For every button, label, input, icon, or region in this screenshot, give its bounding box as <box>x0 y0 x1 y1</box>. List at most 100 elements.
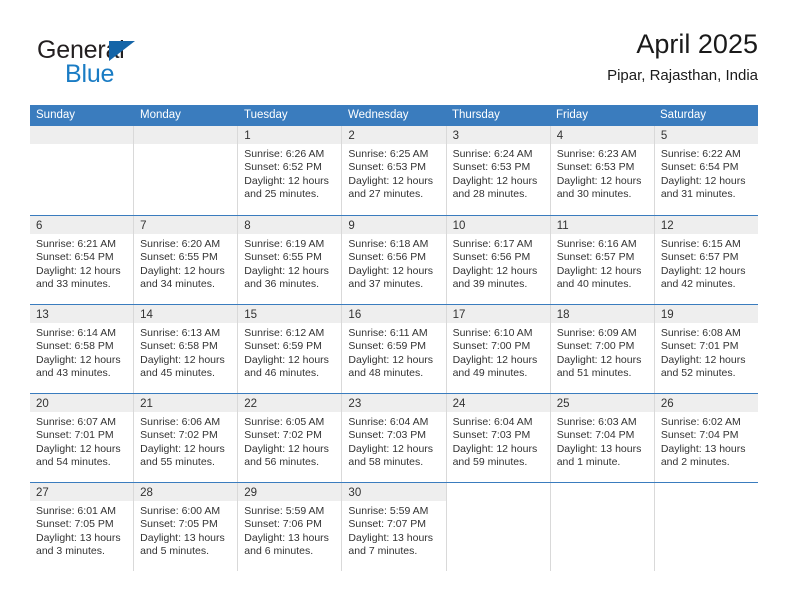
sunset-text: Sunset: 6:57 PM <box>660 251 739 264</box>
day-number-band: 5 <box>654 126 758 144</box>
day-number-band <box>134 126 238 144</box>
calendar-day-cell[interactable]: 10 Sunrise: 6:17 AM Sunset: 6:56 PM Dayligh… <box>445 216 550 304</box>
day-number: 1 <box>244 130 251 142</box>
calendar-day-cell[interactable]: 23 Sunrise: 6:04 AM Sunset: 7:03 PM Dayligh… <box>341 394 446 482</box>
sunrise-text: Sunrise: 6:11 AM <box>348 327 428 339</box>
day-number-band <box>446 483 550 501</box>
calendar-day-cell[interactable]: 26 Sunrise: 6:02 AM Sunset: 7:04 PM Dayligh… <box>653 394 758 482</box>
day-details: Sunrise: 6:20 AM Sunset: 6:55 PM Daylight:… <box>134 234 237 292</box>
day-number: 21 <box>140 398 153 410</box>
daylight-text-line2: and 51 minutes. <box>556 367 632 380</box>
day-number-band: 22 <box>238 394 342 412</box>
calendar-day-cell[interactable]: 27 Sunrise: 6:01 AM Sunset: 7:05 PM Dayligh… <box>30 483 134 571</box>
sunset-text: Sunset: 6:53 PM <box>348 161 427 174</box>
day-number: 29 <box>244 487 258 499</box>
weekday-header-friday: Friday <box>556 109 588 121</box>
sunrise-text: Sunrise: 6:08 AM <box>660 327 741 339</box>
daylight-text-line1: Daylight: 13 hours <box>348 531 434 544</box>
calendar-day-cell[interactable]: 15 Sunrise: 6:12 AM Sunset: 6:59 PM Dayligh… <box>237 305 342 393</box>
daylight-text-line2: and 46 minutes. <box>244 367 319 380</box>
calendar-day-cell[interactable]: 30 Sunrise: 5:59 AM Sunset: 7:07 PM Dayligh… <box>341 483 446 571</box>
calendar-day-cell[interactable]: 24 Sunrise: 6:04 AM Sunset: 7:03 PM Dayligh… <box>445 394 550 482</box>
daylight-text-line2: and 25 minutes. <box>244 188 319 201</box>
weekday-header-saturday: Saturday <box>660 109 707 121</box>
daylight-text-line2: and 48 minutes. <box>348 367 424 380</box>
sunrise-text: Sunrise: 6:20 AM <box>140 238 221 250</box>
sunrise-text: Sunrise: 6:23 AM <box>556 148 637 160</box>
day-number-band: 9 <box>342 216 446 234</box>
daylight-text-line1: Daylight: 12 hours <box>660 264 746 277</box>
day-number-band <box>30 126 134 144</box>
daylight-text-line1: Daylight: 12 hours <box>556 264 642 277</box>
sunset-text: Sunset: 7:02 PM <box>244 429 322 442</box>
calendar-day-cell[interactable]: 17 Sunrise: 6:10 AM Sunset: 7:00 PM Dayligh… <box>445 305 550 393</box>
day-details: Sunrise: 6:03 AM Sunset: 7:04 PM Daylight:… <box>551 412 654 470</box>
calendar-day-cell[interactable]: 14 Sunrise: 6:13 AM Sunset: 6:58 PM Dayligh… <box>133 305 238 393</box>
generalblue-logo[interactable]: General Blue <box>34 36 294 92</box>
day-number: 23 <box>348 398 362 410</box>
day-number: 13 <box>36 309 49 321</box>
daylight-text-line2: and 58 minutes. <box>348 456 424 469</box>
calendar-day-cell[interactable]: 6 Sunrise: 6:21 AM Sunset: 6:54 PM Daylight… <box>30 216 134 304</box>
sunset-text: Sunset: 7:03 PM <box>452 429 531 442</box>
day-number-band: 8 <box>238 216 342 234</box>
daylight-text-line1: Daylight: 13 hours <box>660 442 746 455</box>
day-details: Sunrise: 5:59 AM Sunset: 7:07 PM Daylight:… <box>342 501 445 559</box>
calendar-day-cell[interactable]: 5 Sunrise: 6:22 AM Sunset: 6:54 PM Daylight… <box>653 126 758 215</box>
sunrise-text: Sunrise: 6:18 AM <box>348 238 429 250</box>
day-details: Sunrise: 6:15 AM Sunset: 6:57 PM Daylight:… <box>655 234 758 292</box>
daylight-text-line1: Daylight: 12 hours <box>140 442 225 455</box>
day-details: Sunrise: 6:01 AM Sunset: 7:05 PM Daylight:… <box>30 501 133 559</box>
calendar-day-cell[interactable]: 1 Sunrise: 6:26 AM Sunset: 6:52 PM Daylight… <box>237 126 342 215</box>
daylight-text-line2: and 52 minutes. <box>660 367 736 380</box>
calendar-day-cell[interactable]: 13 Sunrise: 6:14 AM Sunset: 6:58 PM Dayligh… <box>30 305 134 393</box>
day-details: Sunrise: 5:59 AM Sunset: 7:06 PM Daylight:… <box>238 501 341 559</box>
calendar-day-cell[interactable]: 7 Sunrise: 6:20 AM Sunset: 6:55 PM Daylight… <box>133 216 238 304</box>
calendar-day-cell[interactable]: 20 Sunrise: 6:07 AM Sunset: 7:01 PM Dayligh… <box>30 394 134 482</box>
page-header: General Blue April 2025 Pipar, Rajasthan… <box>34 28 758 96</box>
calendar-day-cell[interactable]: 19 Sunrise: 6:08 AM Sunset: 7:01 PM Dayligh… <box>653 305 758 393</box>
daylight-text-line1: Daylight: 12 hours <box>140 353 225 366</box>
daylight-text-line1: Daylight: 12 hours <box>348 174 434 187</box>
day-details: Sunrise: 6:02 AM Sunset: 7:04 PM Daylight:… <box>655 412 758 470</box>
day-number: 24 <box>452 398 466 410</box>
day-number-band: 3 <box>446 126 550 144</box>
day-details: Sunrise: 6:11 AM Sunset: 6:59 PM Daylight:… <box>342 323 445 381</box>
day-number-band: 17 <box>446 305 550 323</box>
calendar-day-cell[interactable]: 16 Sunrise: 6:11 AM Sunset: 6:59 PM Dayligh… <box>341 305 446 393</box>
calendar-week-row: 20 Sunrise: 6:07 AM Sunset: 7:01 PM Dayligh… <box>30 393 758 482</box>
daylight-text-line1: Daylight: 12 hours <box>244 442 329 455</box>
calendar-day-cell-empty <box>445 483 550 571</box>
daylight-text-line2: and 1 minute. <box>556 456 621 469</box>
sunset-text: Sunset: 6:52 PM <box>244 161 322 174</box>
sunset-text: Sunset: 6:56 PM <box>348 251 427 264</box>
day-details: Sunrise: 6:07 AM Sunset: 7:01 PM Daylight:… <box>30 412 133 470</box>
daylight-text-line1: Daylight: 12 hours <box>556 353 642 366</box>
calendar-day-cell[interactable]: 12 Sunrise: 6:15 AM Sunset: 6:57 PM Dayligh… <box>653 216 758 304</box>
calendar-day-cell[interactable]: 9 Sunrise: 6:18 AM Sunset: 6:56 PM Daylight… <box>341 216 446 304</box>
sunset-text: Sunset: 6:55 PM <box>244 251 322 264</box>
calendar-day-cell[interactable]: 2 Sunrise: 6:25 AM Sunset: 6:53 PM Daylight… <box>341 126 446 215</box>
sunrise-text: Sunrise: 6:13 AM <box>140 327 221 339</box>
calendar-grid: Sunday Monday Tuesday Wednesday Thursday Frid… <box>30 105 758 571</box>
calendar-day-cell[interactable]: 4 Sunrise: 6:23 AM Sunset: 6:53 PM Daylight… <box>549 126 654 215</box>
sunset-text: Sunset: 6:59 PM <box>244 340 322 353</box>
calendar-day-cell[interactable]: 22 Sunrise: 6:05 AM Sunset: 7:02 PM Dayligh… <box>237 394 342 482</box>
sunrise-text: Sunrise: 6:07 AM <box>36 416 116 428</box>
daylight-text-line1: Daylight: 13 hours <box>36 531 121 544</box>
calendar-day-cell[interactable]: 18 Sunrise: 6:09 AM Sunset: 7:00 PM Dayligh… <box>549 305 654 393</box>
calendar-day-cell[interactable]: 3 Sunrise: 6:24 AM Sunset: 6:53 PM Daylight… <box>445 126 550 215</box>
logo-text-blue: Blue <box>65 60 115 88</box>
daylight-text-line2: and 59 minutes. <box>452 456 528 469</box>
sunrise-text: Sunrise: 6:02 AM <box>660 416 741 428</box>
sunrise-text: Sunrise: 6:19 AM <box>244 238 325 250</box>
calendar-day-cell[interactable]: 11 Sunrise: 6:16 AM Sunset: 6:57 PM Dayligh… <box>549 216 654 304</box>
calendar-day-cell[interactable]: 8 Sunrise: 6:19 AM Sunset: 6:55 PM Daylight… <box>237 216 342 304</box>
day-number: 27 <box>36 487 49 499</box>
calendar-day-cell[interactable]: 21 Sunrise: 6:06 AM Sunset: 7:02 PM Dayligh… <box>133 394 238 482</box>
daylight-text-line2: and 43 minutes. <box>36 367 111 380</box>
sunset-text: Sunset: 6:59 PM <box>348 340 427 353</box>
calendar-day-cell[interactable]: 29 Sunrise: 5:59 AM Sunset: 7:06 PM Dayligh… <box>237 483 342 571</box>
calendar-day-cell[interactable]: 25 Sunrise: 6:03 AM Sunset: 7:04 PM Dayligh… <box>549 394 654 482</box>
calendar-day-cell[interactable]: 28 Sunrise: 6:00 AM Sunset: 7:05 PM Dayligh… <box>133 483 238 571</box>
